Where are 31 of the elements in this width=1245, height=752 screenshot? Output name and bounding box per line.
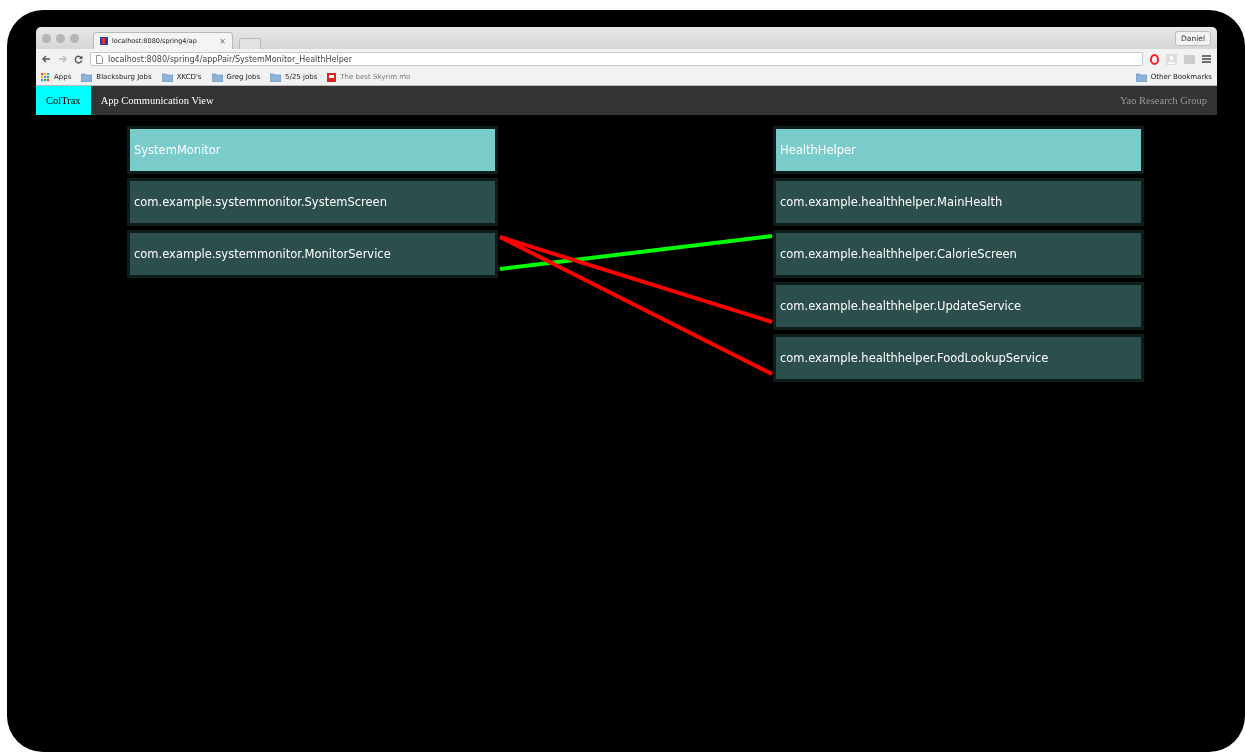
menu-icon[interactable] (1202, 55, 1211, 63)
folder-icon (270, 72, 282, 82)
component-item[interactable]: com.example.healthhelper.MainHealth (773, 178, 1144, 226)
folder-icon (81, 72, 93, 82)
component-item[interactable]: com.example.healthhelper.UpdateService (773, 282, 1144, 330)
component-item[interactable]: com.example.systemmonitor.MonitorService (127, 230, 498, 278)
folder-icon (211, 72, 223, 82)
tab-close-button[interactable]: × (219, 36, 226, 46)
person-icon[interactable] (1166, 53, 1177, 65)
nav-title[interactable]: App Communication View (100, 95, 214, 106)
page-icon (96, 54, 103, 64)
component-item[interactable]: com.example.systemmonitor.SystemScreen (127, 178, 498, 226)
forward-icon[interactable] (58, 55, 67, 63)
apps-grid-icon (41, 72, 50, 82)
new-tab-button[interactable] (239, 38, 261, 49)
reload-icon[interactable] (74, 54, 83, 64)
app-header: HealthHelper (773, 126, 1144, 174)
folder-icon (1135, 72, 1147, 82)
address-field[interactable]: localhost:8080/spring4/appPair/SystemMonitor_HealthHelper (90, 52, 1143, 66)
favicon-icon (100, 37, 108, 45)
opera-icon[interactable] (1150, 53, 1159, 65)
extension-icon[interactable] (1184, 54, 1195, 64)
back-icon[interactable] (42, 55, 51, 63)
group-name: Yao Research Group (1120, 95, 1207, 106)
component-item[interactable]: com.example.healthhelper.CalorieScreen (773, 230, 1144, 278)
app-header: SystemMonitor (127, 126, 498, 174)
page-favicon-icon (327, 72, 337, 82)
component-item[interactable]: com.example.healthhelper.FoodLookupService (773, 334, 1144, 382)
brand-link[interactable]: ColTrax (36, 86, 91, 115)
url-text: localhost:8080/spring4/appPair/SystemMonitor_HealthHelper (108, 54, 352, 64)
folder-icon (161, 72, 173, 82)
